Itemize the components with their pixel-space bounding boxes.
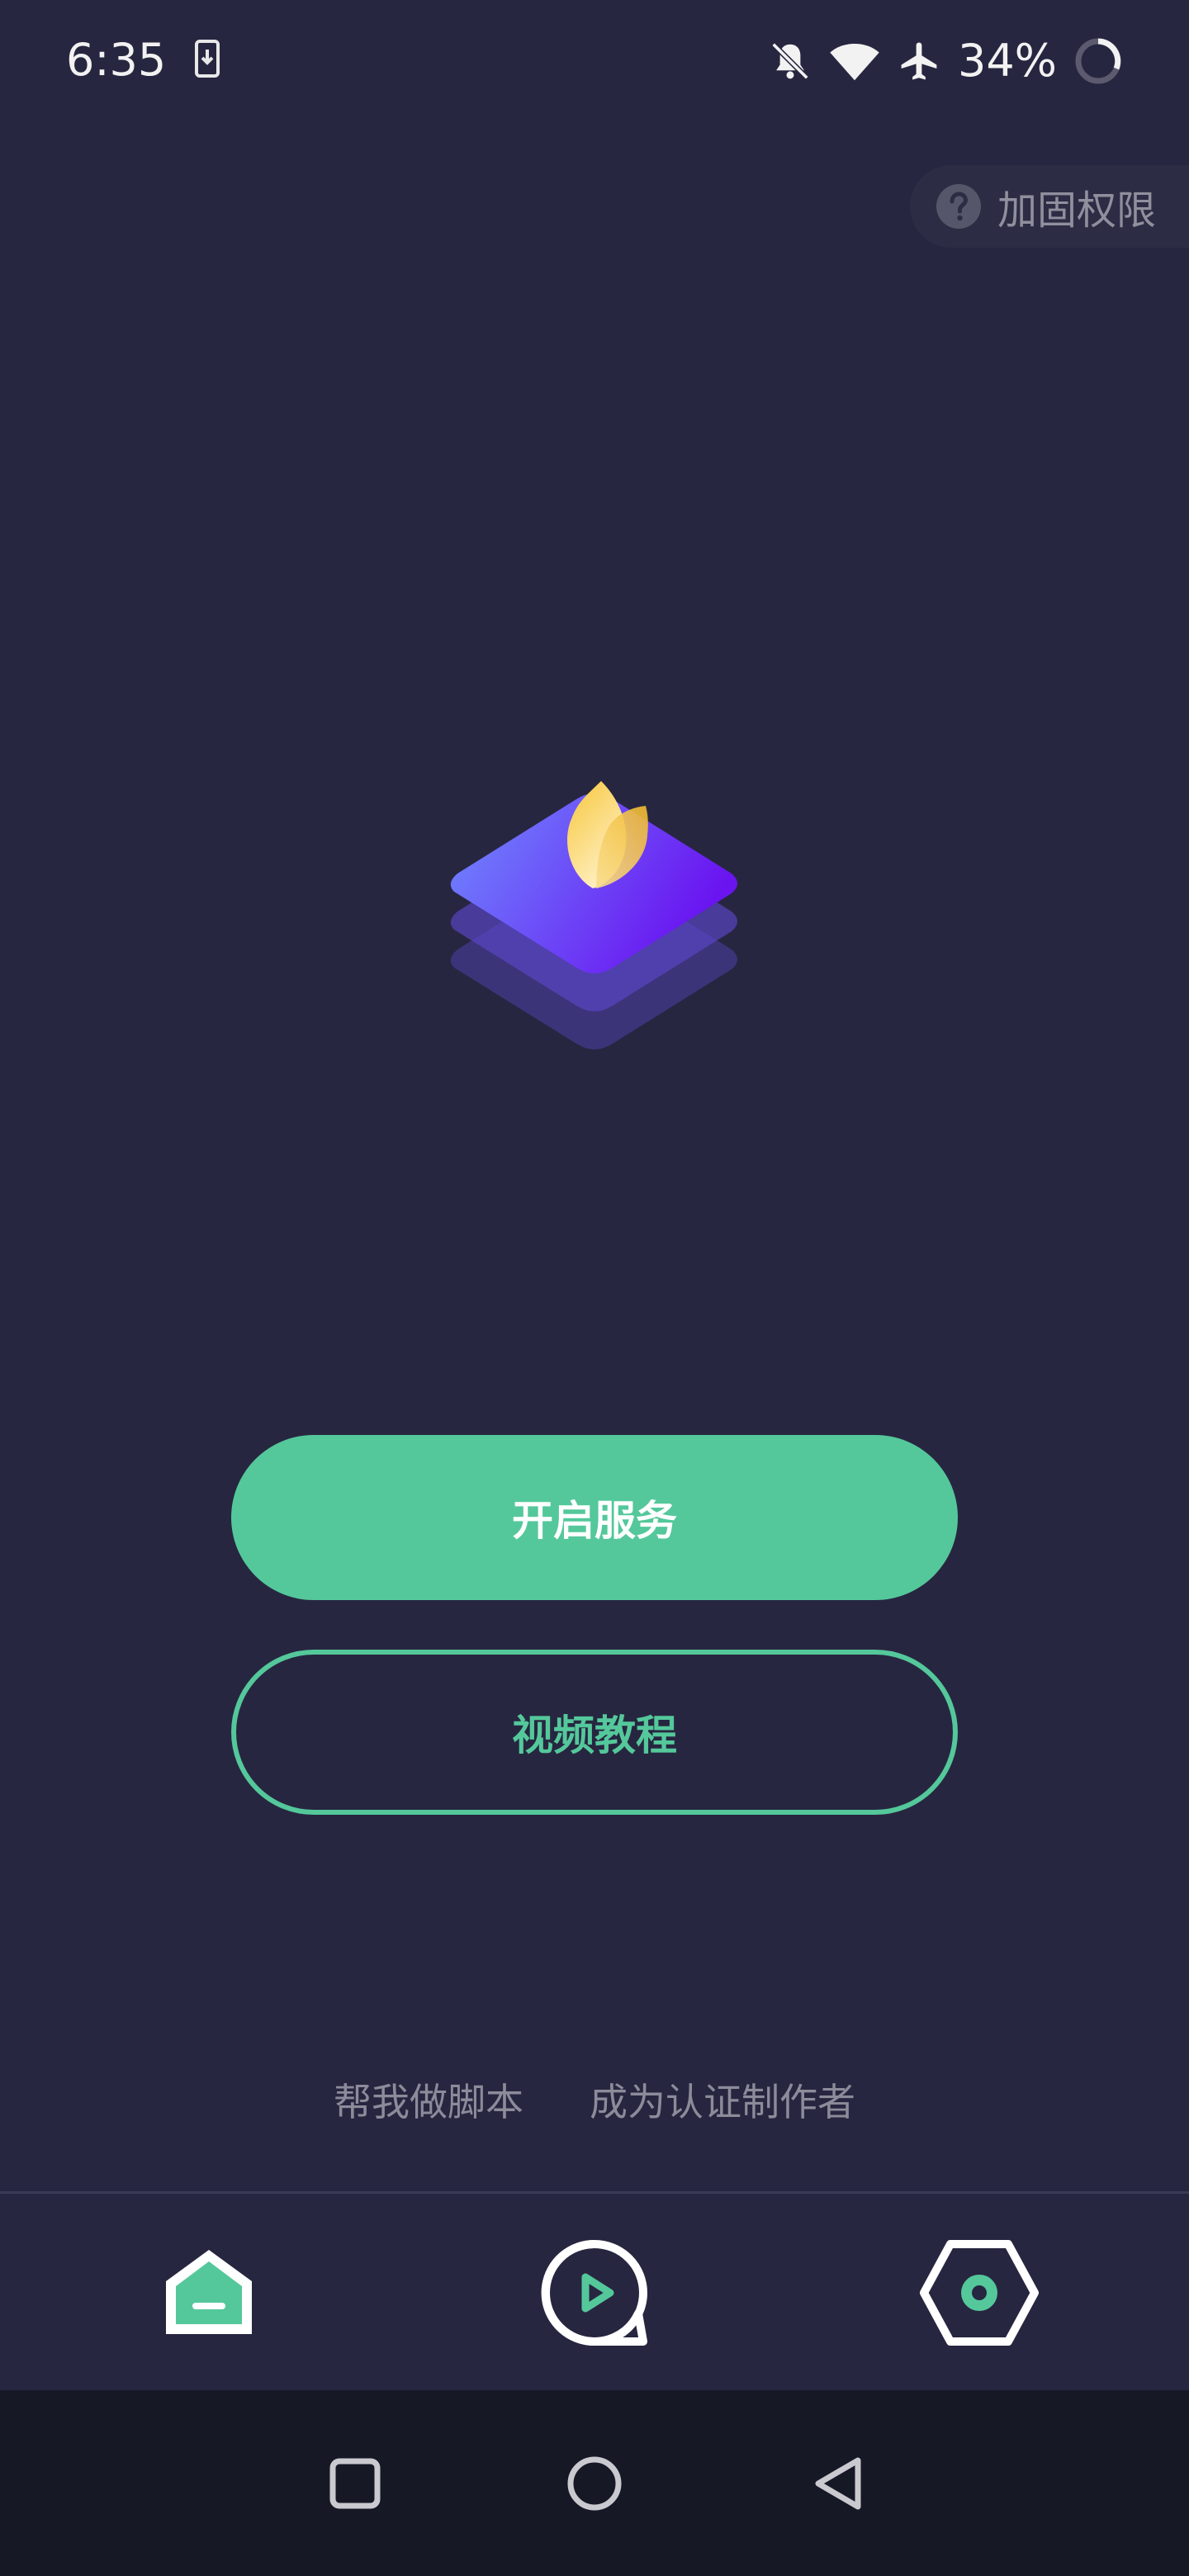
square-icon: [329, 2458, 381, 2508]
footer-links: 帮我做脚本 成为认证制作者: [0, 2072, 1189, 2127]
become-author-link[interactable]: 成为认证制作者: [590, 2072, 855, 2127]
settings-icon: [920, 2240, 1039, 2346]
app-logo: [450, 781, 737, 1049]
play-icon: [541, 2239, 647, 2346]
circle-icon: [567, 2456, 622, 2510]
download-icon: [195, 40, 220, 78]
battery-ring-icon: [1075, 38, 1121, 84]
nav-play[interactable]: [528, 2227, 661, 2359]
nav-home[interactable]: [143, 2227, 275, 2359]
home-icon: [166, 2250, 252, 2334]
help-script-link[interactable]: 帮我做脚本: [334, 2072, 523, 2127]
permission-button[interactable]: 加固权限: [909, 165, 1189, 248]
help-circle-icon: [936, 184, 981, 229]
video-tutorial-button[interactable]: 视频教程: [231, 1650, 958, 1815]
nav-settings[interactable]: [913, 2227, 1045, 2359]
bottom-nav: [0, 2194, 1189, 2390]
video-tutorial-label: 视频教程: [512, 1712, 677, 1759]
permission-label: 加固权限: [997, 187, 1156, 234]
bell-off-icon: [771, 42, 809, 80]
start-service-label: 开启服务: [512, 1497, 677, 1545]
home-button[interactable]: [545, 2390, 644, 2576]
status-time: 6:35: [66, 34, 167, 86]
start-service-button[interactable]: 开启服务: [231, 1435, 958, 1600]
airplane-icon: [901, 42, 937, 80]
triangle-back-icon: [815, 2457, 861, 2509]
status-icons: 34%: [768, 30, 1123, 92]
back-button[interactable]: [789, 2390, 888, 2576]
battery-percent: 34%: [957, 35, 1057, 87]
recents-button[interactable]: [306, 2390, 405, 2576]
wifi-icon: [830, 44, 879, 81]
system-nav-bar: [0, 2390, 1189, 2576]
